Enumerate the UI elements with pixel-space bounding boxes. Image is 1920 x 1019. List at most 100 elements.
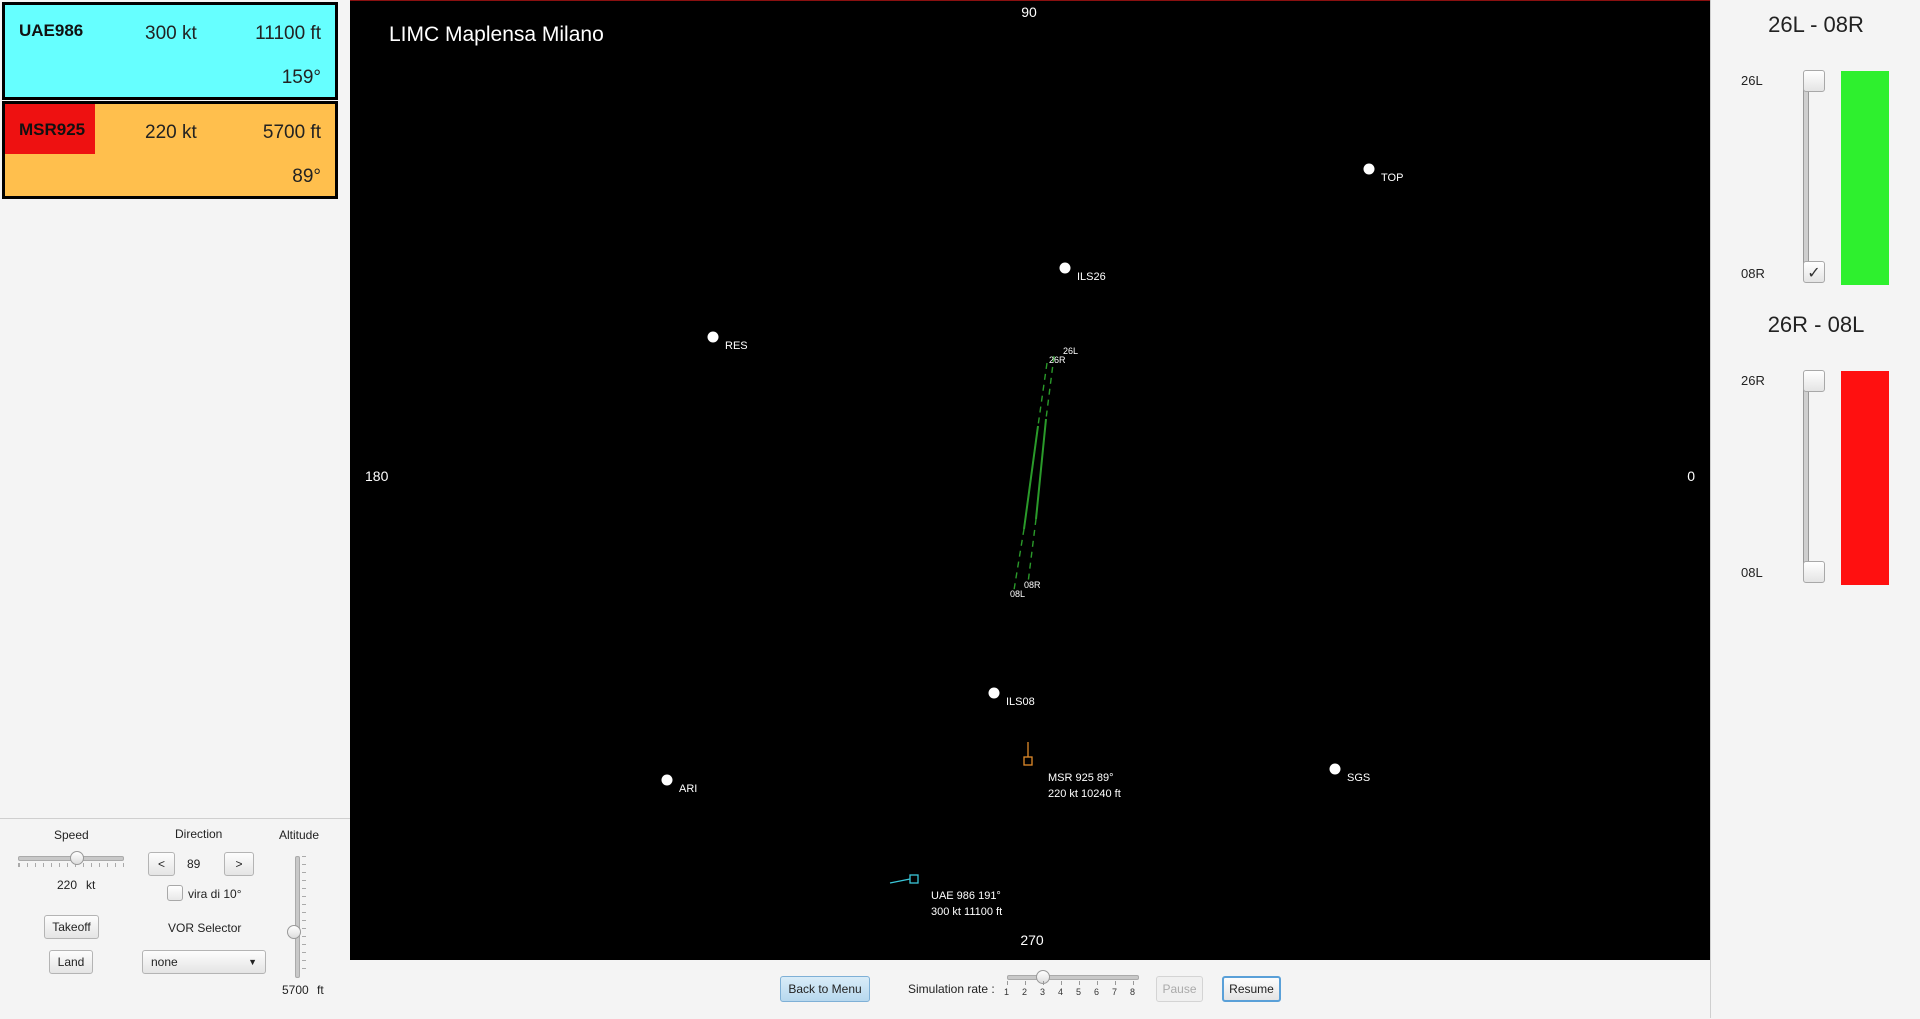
compass-left-label: 180 [365,468,389,484]
simulation-rate-tick-label: 3 [1040,987,1046,997]
vor-selector-value: none [151,955,178,969]
compass-bottom-label: 270 [1020,932,1044,948]
radar-screen[interactable]: LIMC Maplensa Milano 90 270 180 0 TOP IL… [350,0,1710,960]
aircraft-icon [909,874,919,884]
simulation-rate-tick [1079,981,1080,985]
strip-heading: 89° [292,166,321,187]
runway-top-label: 26R [1741,373,1765,388]
runway-bottom-checkbox[interactable]: ✓ [1803,261,1825,283]
waypoint-label: ILS08 [1006,696,1035,708]
vor-selector-label: VOR Selector [168,921,242,935]
runway-bottom-label: 08L [1741,565,1763,580]
simulation-rate-tick [1007,981,1008,985]
waypoint[interactable]: ILS08 [988,687,1035,709]
waypoint[interactable]: ARI [661,774,698,796]
waypoint-label: TOP [1381,172,1403,184]
speed-slider-ticks [18,863,125,867]
speed-label: Speed [54,828,89,842]
simulation-rate-tick-label: 5 [1076,987,1082,997]
simulation-rate-tick-label: 6 [1094,987,1100,997]
simulation-rate-tick-label: 1 [1004,987,1010,997]
simulation-rate-tick [1043,981,1044,985]
simulation-toolbar: Back to Menu Simulation rate : 12345678 … [350,960,1710,1018]
airport-title: LIMC Maplensa Milano [389,23,604,46]
speed-value: 220 [57,878,78,892]
back-to-menu-button[interactable]: Back to Menu [780,976,870,1002]
altitude-unit: ft [317,983,324,997]
aircraft-vector [889,878,911,884]
runway-pair-title: 26L - 08R [1768,12,1864,37]
waypoint-marker [707,331,719,343]
runway-status-indicator [1841,371,1889,585]
runway-26r-label: 26R [1049,355,1066,365]
flight-strip[interactable]: MSR925 220 kt 5700 ft 89° [2,101,338,199]
aircraft-uae986[interactable]: UAE 986 191° 300 kt 11100 ft [889,874,1002,918]
compass-right-label: 0 [1687,468,1695,484]
speed-unit: kt [86,878,96,892]
runway-bottom-label: 08R [1741,266,1765,281]
simulation-rate-tick [1133,981,1134,985]
takeoff-button[interactable]: Takeoff [44,915,99,939]
waypoint-label: ILS26 [1077,271,1106,283]
runway-08r-label: 08R [1024,580,1041,590]
altitude-value: 5700 [282,983,309,997]
resume-button[interactable]: Resume [1222,976,1281,1002]
runway-top-label: 26L [1741,73,1763,88]
chevron-down-icon: ▼ [248,957,257,967]
aircraft-label-line2: 220 kt 10240 ft [1048,788,1121,800]
waypoint-label: SGS [1347,772,1370,784]
runway-top-checkbox[interactable] [1803,370,1825,392]
strip-heading: 159° [281,67,321,88]
simulation-rate-tick-label: 4 [1058,987,1064,997]
direction-decrease-button[interactable]: < [148,852,175,876]
aircraft-icon [1023,756,1033,766]
runway-bottom-checkbox[interactable] [1803,561,1825,583]
aircraft-controls: Speed 220 kt Direction < 89 > vira di 10… [0,818,350,1019]
runway-direction-track [1803,380,1809,572]
vor-selector-dropdown[interactable]: none ▼ [142,950,266,974]
aircraft-label-line2: 300 kt 11100 ft [931,906,1002,918]
waypoint-label: RES [725,340,748,352]
simulation-rate-tick [1061,981,1062,985]
runway-pair-title: 26R - 08L [1767,312,1865,337]
waypoint[interactable]: TOP [1363,163,1404,185]
simulation-rate-label: Simulation rate : [908,982,995,996]
waypoint[interactable]: SGS [1329,763,1371,785]
altitude-slider-ticks [302,856,306,976]
simulation-rate-tick-label: 2 [1022,987,1028,997]
speed-slider-thumb[interactable] [70,851,84,865]
aircraft-msr925[interactable]: MSR 925 89° 220 kt 10240 ft [1023,742,1121,800]
simulation-rate-tick [1097,981,1098,985]
runway-top-checkbox[interactable] [1803,70,1825,92]
runway-direction-track [1803,80,1809,272]
altitude-slider-track[interactable] [295,856,300,978]
waypoint-label: ARI [679,783,697,795]
simulation-rate-tick [1025,981,1026,985]
waypoint[interactable]: ILS26 [1059,262,1106,284]
flight-strip[interactable]: UAE986 300 kt 11100 ft 159° [2,2,338,100]
turn-10-checkbox[interactable] [167,885,183,901]
direction-increase-button[interactable]: > [224,852,254,876]
turn-10-label: vira di 10° [188,887,242,901]
direction-value: 89 [187,857,201,871]
land-button[interactable]: Land [49,950,93,974]
simulation-rate-tick-label: 8 [1130,987,1136,997]
altitude-label: Altitude [279,828,320,842]
runway-panel: 26L - 08R 26L 08R ✓ 26R - 08L 26R 08L [1710,0,1920,1018]
runway-26r-08l [1013,362,1048,591]
altitude-slider-thumb[interactable] [287,925,301,939]
waypoint-marker [1329,763,1341,775]
waypoint-marker [1059,262,1071,274]
runway-status-indicator [1841,71,1889,285]
strip-callsign: MSR925 [5,104,95,154]
pause-button[interactable]: Pause [1156,976,1203,1002]
simulation-rate-slider-track[interactable] [1007,975,1139,980]
runway-08l-label: 08L [1010,589,1025,599]
strip-altitude: 11100 ft [255,23,321,44]
strip-speed: 300 kt [145,23,197,44]
strip-altitude: 5700 ft [262,122,321,143]
waypoint-marker [661,774,673,786]
waypoint[interactable]: RES [707,331,748,353]
waypoint-marker [988,687,1000,699]
flight-strip-list: UAE986 300 kt 11100 ft 159° MSR925 220 k… [0,0,351,818]
